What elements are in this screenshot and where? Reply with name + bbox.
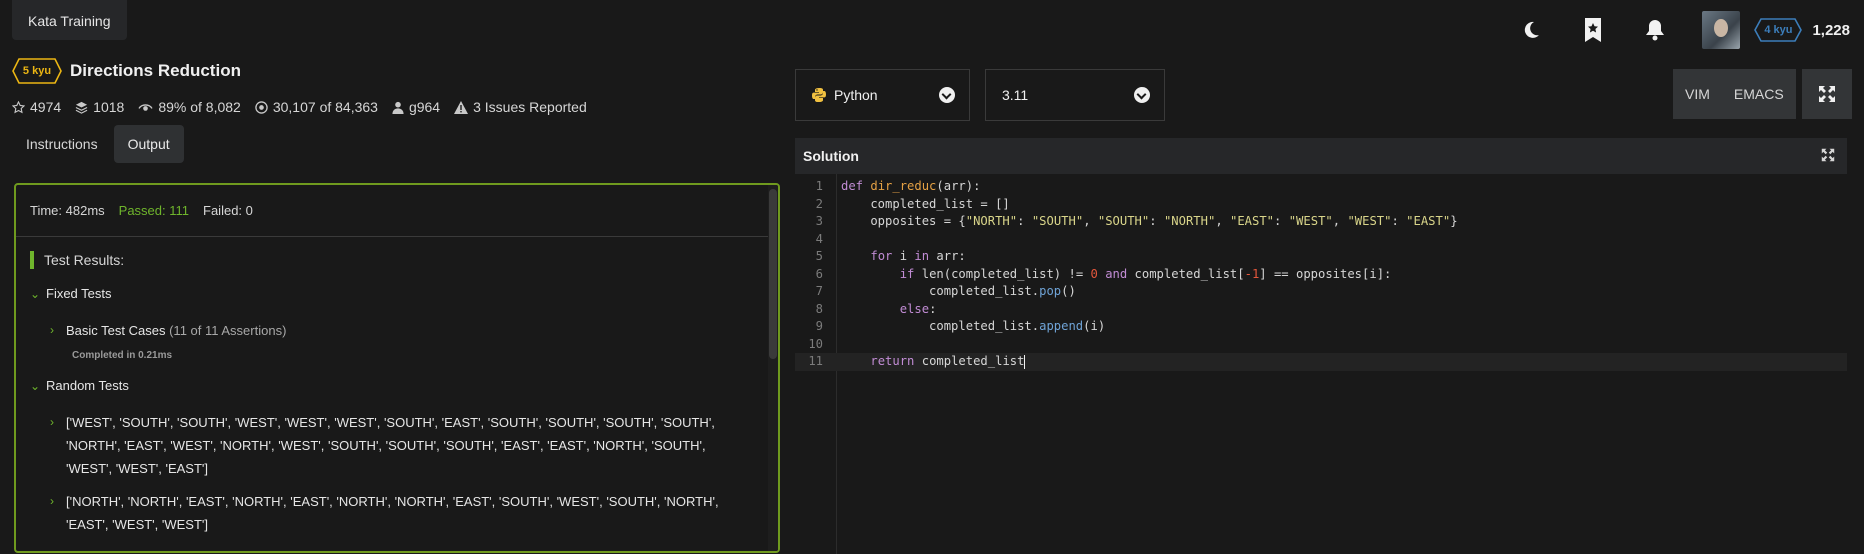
eye-icon — [138, 103, 153, 111]
code-line[interactable]: 9 completed_list.append(i) — [795, 318, 1847, 336]
failed-label: Failed: 0 — [203, 203, 253, 218]
code-line-current[interactable]: 11 return completed_list — [795, 353, 1847, 371]
warning-icon — [454, 100, 469, 114]
basic-test-cases[interactable]: › Basic Test Cases (11 of 11 Assertions) — [50, 319, 778, 342]
stack-icon — [75, 101, 88, 114]
code-line[interactable]: 3 opposites = {"NORTH": "SOUTH", "SOUTH"… — [795, 213, 1847, 231]
stars-stat[interactable]: 4974 — [12, 99, 61, 115]
output-panel: Time: 482ms Passed: 111 Failed: 0 Test R… — [14, 183, 780, 553]
output-summary: Time: 482ms Passed: 111 Failed: 0 — [16, 185, 778, 237]
star-icon — [12, 100, 25, 113]
moon-icon[interactable] — [1516, 15, 1546, 45]
collections-stat[interactable]: 1018 — [75, 99, 124, 115]
random-test-case[interactable]: › ['NORTH', 'NORTH', 'EAST', 'NORTH', 'E… — [50, 490, 778, 536]
completed-stat: 30,107 of 84,363 — [255, 99, 378, 115]
tab-output[interactable]: Output — [113, 125, 184, 163]
chevron-down-icon — [1134, 87, 1150, 103]
time-label: Time: 482ms — [30, 203, 105, 218]
code-line[interactable]: 8 else: — [795, 301, 1847, 319]
code-editor: Solution 1 def dir_reduc(arr): 2 complete… — [795, 138, 1847, 554]
kata-stats: 4974 1018 89% of 8,082 30,107 of 84,363 … — [12, 99, 780, 115]
bell-icon[interactable] — [1640, 15, 1670, 45]
tab-instructions[interactable]: Instructions — [12, 125, 112, 163]
test-results: Test Results: ⌄ Fixed Tests › Basic Test… — [16, 237, 778, 536]
author-stat[interactable]: g964 — [392, 99, 440, 115]
vim-mode-button[interactable]: VIM — [1673, 69, 1722, 119]
scrollbar-thumb[interactable] — [769, 189, 777, 359]
code-area[interactable]: 1 def dir_reduc(arr): 2 completed_list = … — [795, 174, 1847, 554]
fixed-tests-group[interactable]: ⌄ Fixed Tests — [30, 286, 778, 301]
chevron-down-icon: ⌄ — [30, 286, 41, 301]
code-line[interactable]: 7 completed_list.pop() — [795, 283, 1847, 301]
issues-stat[interactable]: 3 Issues Reported — [454, 99, 587, 115]
top-bar: Kata Training 4 kyu 1,228 — [0, 0, 1864, 50]
code-line[interactable]: 6 if len(completed_list) != 0 and comple… — [795, 266, 1847, 284]
avatar[interactable] — [1702, 11, 1741, 49]
honor-count: 1,228 — [1812, 21, 1850, 39]
tab-bar: Instructions Output — [12, 125, 780, 163]
python-icon — [812, 88, 826, 102]
kata-training-button[interactable]: Kata Training — [12, 0, 127, 40]
editor-mode-bar: VIM EMACS — [1673, 69, 1852, 119]
random-test-case[interactable]: › ['WEST', 'SOUTH', 'SOUTH', 'WEST', 'WE… — [50, 411, 778, 480]
language-select[interactable]: Python — [795, 69, 970, 121]
test-results-heading: Test Results: — [30, 251, 778, 269]
kata-rank-label: 5 kyu — [22, 65, 52, 77]
chevron-right-icon: › — [50, 494, 54, 508]
top-icons: 4 kyu 1,228 — [1516, 10, 1864, 50]
user-rank-badge: 4 kyu — [1754, 18, 1803, 42]
satisfaction-stat: 89% of 8,082 — [138, 99, 241, 115]
target-icon — [255, 100, 268, 114]
fullscreen-button[interactable] — [1801, 69, 1852, 119]
kata-title: Directions Reduction — [70, 61, 241, 80]
text-cursor — [1024, 354, 1026, 369]
chevron-right-icon: › — [50, 415, 54, 429]
chevron-right-icon: › — [50, 323, 54, 337]
chevron-down-icon — [939, 87, 955, 103]
kata-header: 5 kyu Directions Reduction 4974 1018 89%… — [12, 56, 780, 163]
bookmark-star-icon[interactable] — [1578, 15, 1608, 45]
output-scrollbar[interactable] — [768, 185, 778, 551]
code-line[interactable]: 5 for i in arr: — [795, 248, 1847, 266]
chevron-down-icon: ⌄ — [30, 378, 41, 393]
results-status-bar — [30, 251, 34, 269]
expand-icon — [1818, 86, 1835, 102]
editor-title: Solution — [803, 148, 859, 164]
code-line[interactable]: 10 — [795, 336, 1847, 354]
code-line[interactable]: 1 def dir_reduc(arr): — [795, 178, 1847, 196]
emacs-mode-button[interactable]: EMACS — [1721, 69, 1796, 119]
code-line[interactable]: 2 completed_list = [] — [795, 196, 1847, 214]
kata-rank-badge: 5 kyu — [12, 58, 62, 84]
code-line[interactable]: 4 — [795, 231, 1847, 249]
completed-time: Completed in 0.21ms — [72, 350, 173, 361]
version-select[interactable]: 3.11 — [985, 69, 1165, 121]
passed-label: Passed: 111 — [118, 203, 190, 218]
editor-header: Solution — [795, 138, 1847, 174]
random-tests-group[interactable]: ⌄ Random Tests — [30, 378, 778, 393]
user-icon — [392, 101, 404, 114]
user-rank-label: 4 kyu — [1764, 24, 1793, 36]
expand-icon[interactable] — [1821, 148, 1835, 162]
